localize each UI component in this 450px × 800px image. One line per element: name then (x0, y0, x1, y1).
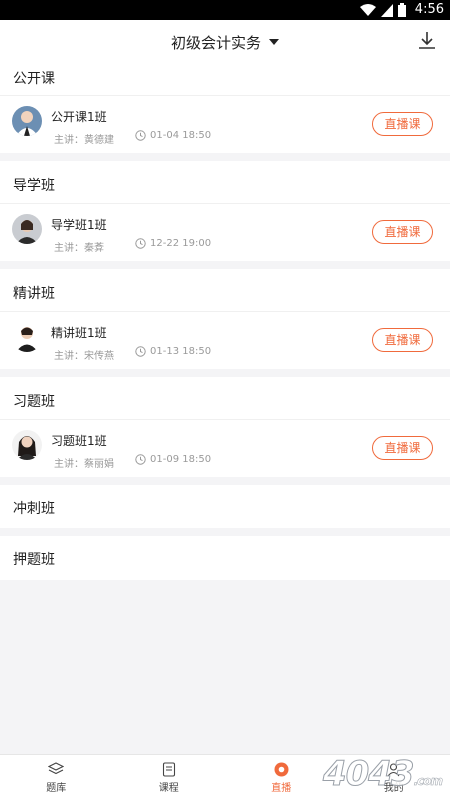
course-name: 精讲班1班 (51, 326, 107, 340)
live-class-button[interactable]: 直播课 (372, 328, 433, 352)
status-icons (360, 3, 406, 17)
nav-label: 题库 (46, 782, 67, 794)
section-title: 习题班 (13, 394, 55, 410)
section-exercise-class: 习题班 习题班1班 主讲：蔡丽娟 01-09 18:50 直播课 (0, 377, 450, 477)
signal-icon (381, 3, 393, 17)
teacher-name: 主讲：黄德建 (54, 135, 114, 146)
status-time: 4:56 (414, 2, 444, 17)
teacher-avatar (12, 322, 42, 352)
course-name: 习题班1班 (51, 434, 107, 448)
watermark-suffix: .com (413, 774, 443, 789)
site-watermark: 4043.com (322, 754, 443, 795)
live-icon (274, 762, 289, 776)
course-row[interactable]: 公开课1班 主讲：黄德建 01-04 18:50 直播课 (0, 96, 450, 152)
book-icon (162, 761, 175, 777)
course-time: 12-22 19:00 (135, 238, 211, 249)
teacher-name: 主讲：秦葊 (54, 243, 104, 254)
live-class-button[interactable]: 直播课 (372, 436, 433, 460)
subject-selector[interactable]: 初级会计实务 (0, 32, 450, 53)
download-icon[interactable] (416, 30, 438, 52)
course-time-text: 01-04 18:50 (150, 130, 212, 141)
layers-icon (48, 761, 65, 774)
battery-icon (398, 3, 406, 17)
section-title: 公开课 (13, 71, 55, 87)
teacher-avatar (12, 430, 42, 460)
nav-label: 直播 (271, 782, 292, 794)
nav-item-courses[interactable]: 课程 (113, 755, 226, 800)
section-title: 押题班 (13, 552, 55, 568)
course-time-text: 12-22 19:00 (150, 238, 212, 249)
section-title: 导学班 (13, 178, 55, 194)
section-sprint-class[interactable]: 冲刺班 (0, 485, 450, 528)
teacher-name: 主讲：宋传燕 (54, 351, 114, 362)
course-row[interactable]: 精讲班1班 主讲：宋传燕 01-13 18:50 直播课 (0, 312, 450, 368)
teacher-avatar (12, 106, 42, 136)
section-intensive-class: 精讲班 精讲班1班 主讲：宋传燕 01-13 18:50 直播课 (0, 269, 450, 369)
subject-title: 初级会计实务 (170, 34, 261, 52)
live-class-button[interactable]: 直播课 (372, 112, 433, 136)
section-prediction-class[interactable]: 押题班 (0, 536, 450, 580)
status-bar: 4:56 (0, 0, 450, 20)
section-guide-class: 导学班 导学班1班 主讲：秦葊 12-22 19:00 直播课 (0, 161, 450, 261)
course-time-text: 01-09 18:50 (150, 454, 212, 465)
course-name: 公开课1班 (51, 110, 107, 124)
teacher-name: 主讲：蔡丽娟 (54, 459, 114, 470)
wifi-icon (360, 3, 376, 16)
clock-icon (135, 346, 146, 357)
course-time: 01-09 18:50 (135, 454, 211, 465)
course-time-text: 01-13 18:50 (150, 346, 212, 357)
nav-item-live[interactable]: 直播 (225, 755, 338, 800)
section-title: 精讲班 (13, 286, 55, 302)
top-bar: 初级会计实务 (0, 20, 450, 64)
course-row[interactable]: 导学班1班 主讲：秦葊 12-22 19:00 直播课 (0, 204, 450, 260)
live-class-button[interactable]: 直播课 (372, 220, 433, 244)
nav-item-question-bank[interactable]: 题库 (0, 755, 113, 800)
section-public-class: 公开课 公开课1班 主讲：黄德建 01-04 18:50 直播课 (0, 64, 450, 153)
clock-icon (135, 454, 146, 465)
clock-icon (135, 238, 146, 249)
clock-icon (135, 130, 146, 141)
course-time: 01-13 18:50 (135, 346, 211, 357)
teacher-avatar (12, 214, 42, 244)
watermark-text: 4043 (322, 754, 415, 795)
course-time: 01-04 18:50 (135, 130, 211, 141)
nav-label: 课程 (158, 782, 179, 794)
section-title: 冲刺班 (13, 501, 55, 517)
caret-down-icon (269, 38, 279, 45)
course-name: 导学班1班 (51, 218, 107, 232)
course-row[interactable]: 习题班1班 主讲：蔡丽娟 01-09 18:50 直播课 (0, 420, 450, 476)
